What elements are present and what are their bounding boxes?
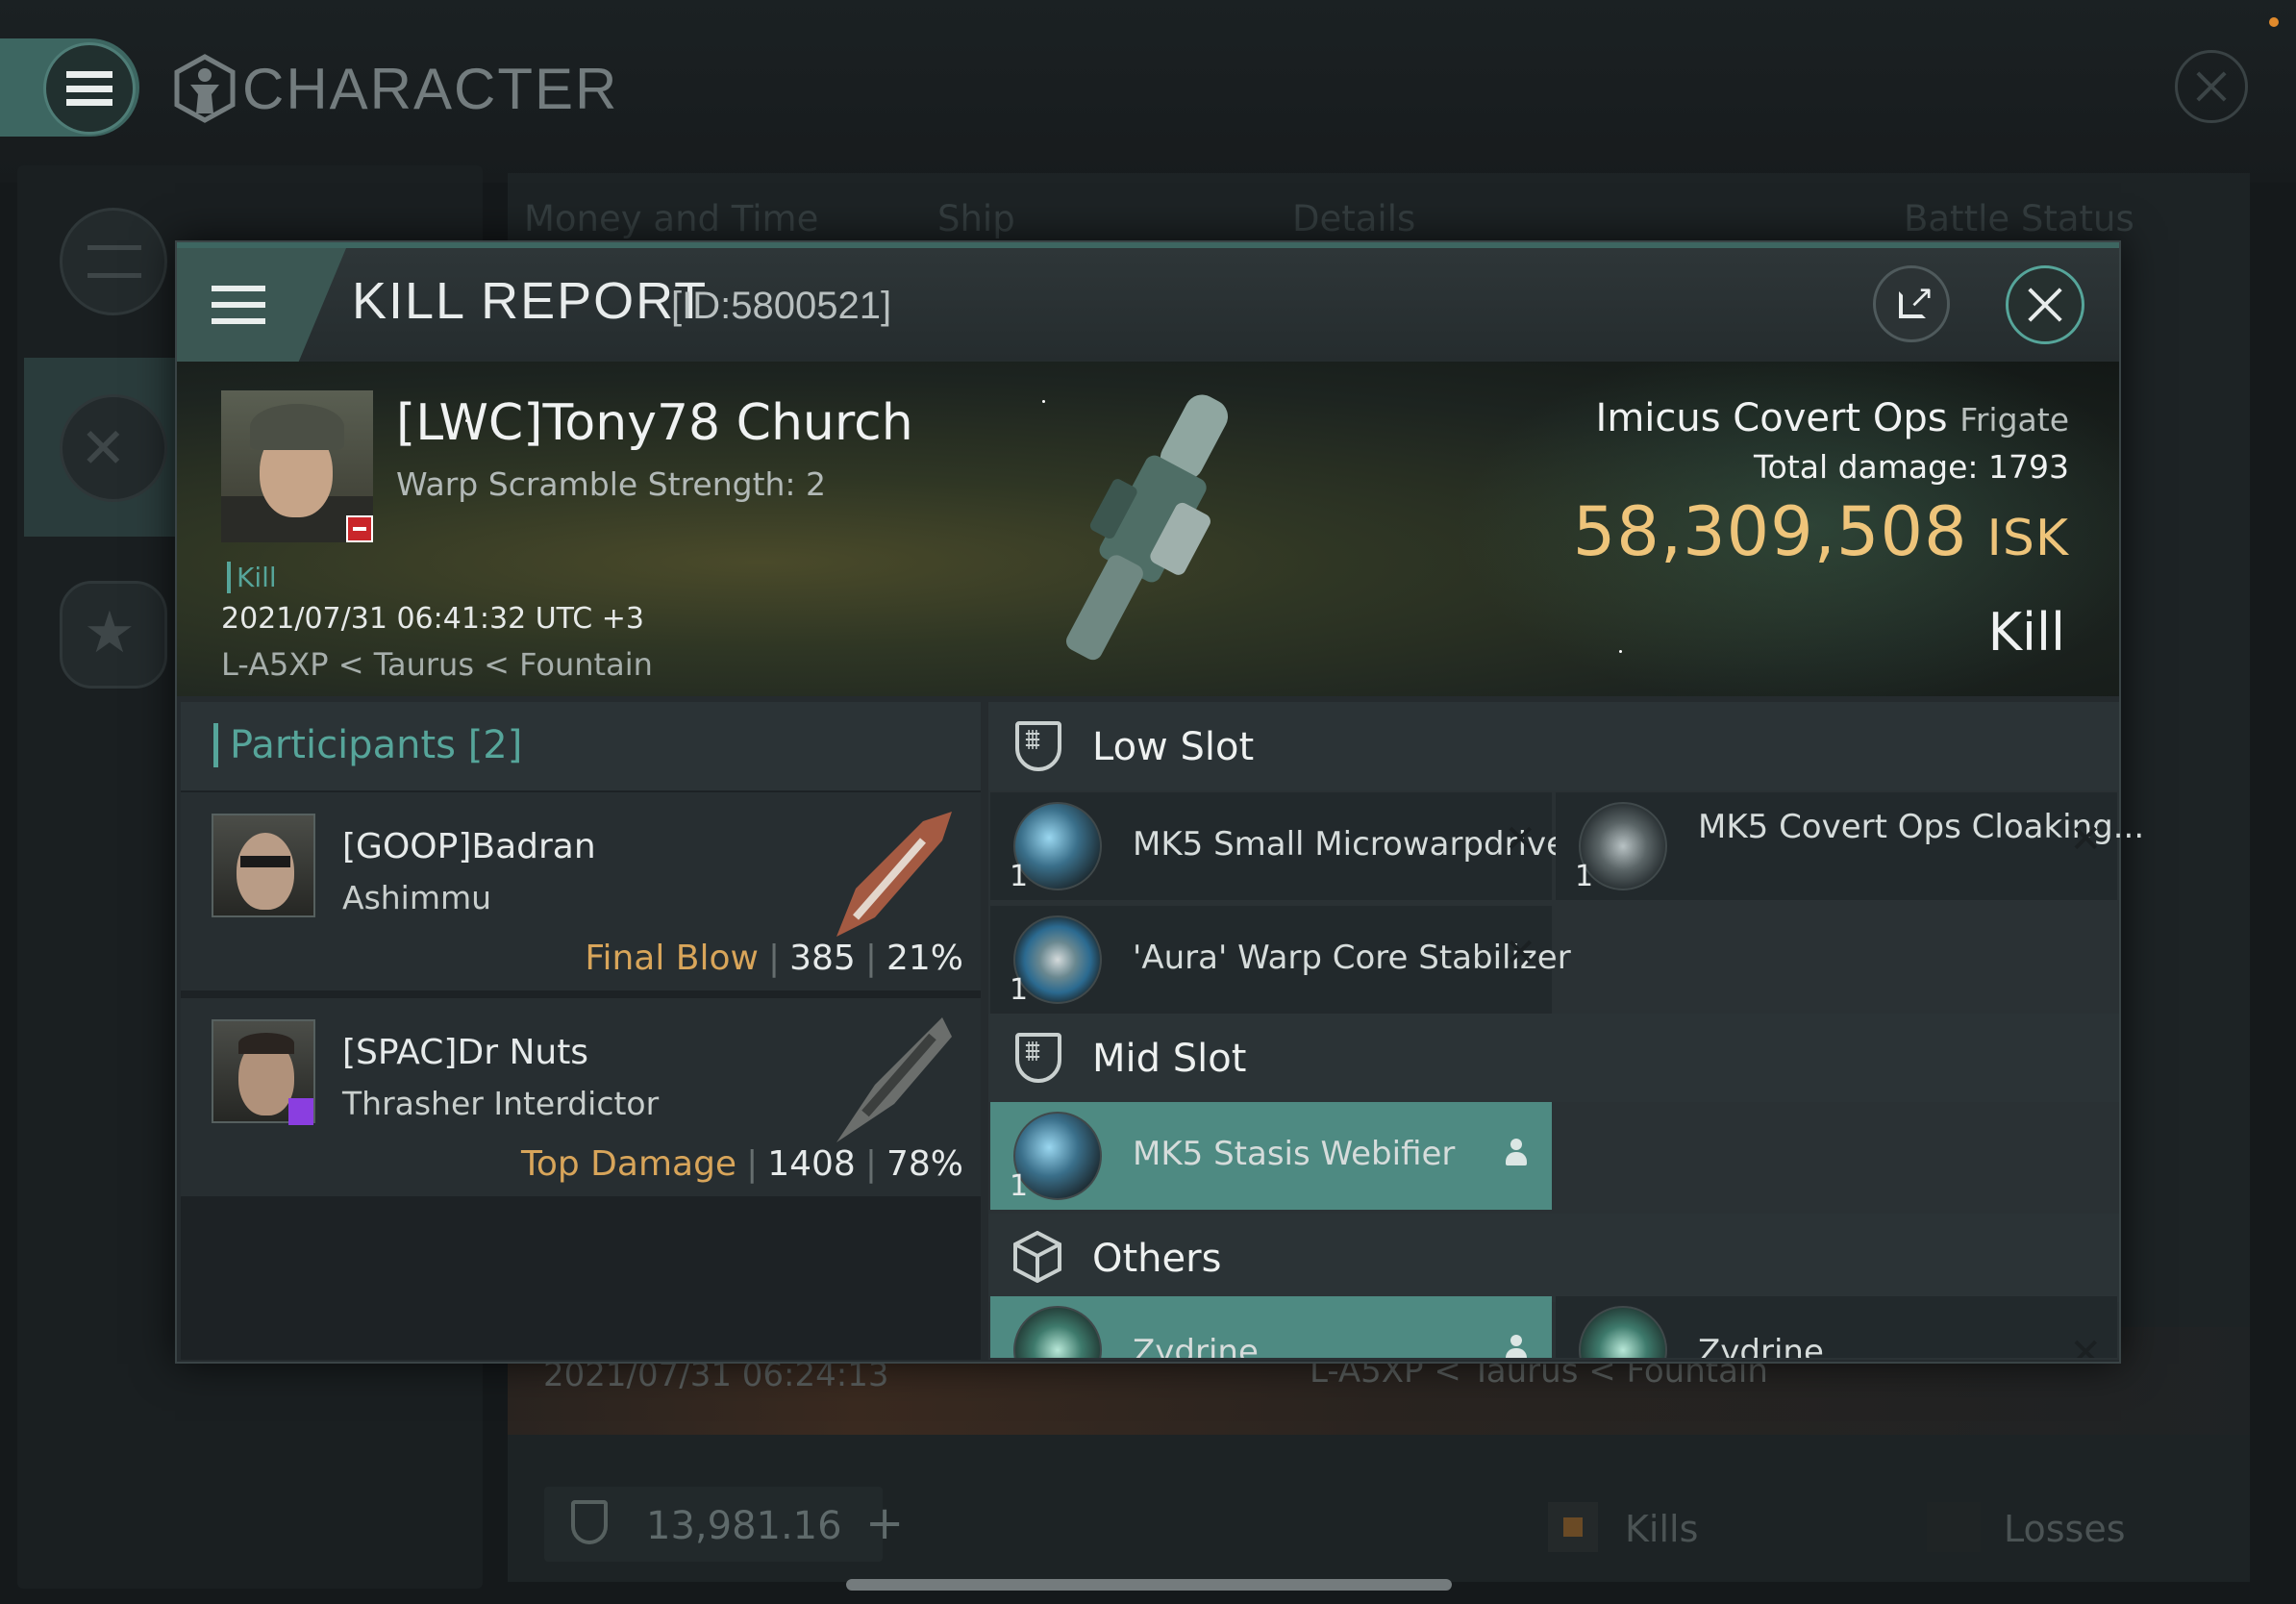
item-quantity: 1 xyxy=(1010,860,1029,893)
participant-damage: 1408 xyxy=(767,1144,856,1184)
fitting-item[interactable]: 1 MK5 Stasis Webifier xyxy=(990,1102,1552,1210)
item-name: Zydrine xyxy=(1698,1333,1824,1358)
low-slot-icon xyxy=(1015,721,1061,771)
others-header: Others xyxy=(988,1214,2119,1302)
victim-ship-name: Imicus Covert Ops xyxy=(1595,396,1948,440)
zydrine-icon xyxy=(1013,1306,1102,1358)
item-quantity: 1 xyxy=(1010,973,1029,1007)
kill-location[interactable]: L-A5XP < Taurus < Fountain xyxy=(221,646,653,683)
column-header-battle-status[interactable]: Battle Status xyxy=(1904,198,2134,239)
destroyed-icon: ✕ xyxy=(1504,931,1536,975)
fitting-item[interactable]: Zydrine xyxy=(990,1296,1552,1358)
low-slot-label: Low Slot xyxy=(1092,725,1255,769)
losses-filter-label: Losses xyxy=(2004,1508,2126,1550)
star-icon: ★ xyxy=(84,599,136,666)
add-isk-button[interactable]: + xyxy=(865,1496,904,1550)
participant-portrait[interactable] xyxy=(212,814,315,917)
hamburger-icon xyxy=(66,71,112,106)
column-header-details[interactable]: Details xyxy=(1292,198,1415,239)
victim-ship-image[interactable] xyxy=(1019,362,1269,689)
fitting-item[interactable]: 1 'Aura' Warp Core Stabilizer ✕ xyxy=(990,906,1571,1014)
top-damage-label: Top Damage xyxy=(520,1144,737,1184)
share-button[interactable] xyxy=(1873,265,1950,342)
side-nav-list-button[interactable] xyxy=(60,208,167,315)
item-name: Zydrine xyxy=(1133,1333,1259,1358)
mid-slot-label: Mid Slot xyxy=(1092,1037,1247,1081)
crossed-swords-icon: ✕ xyxy=(80,415,127,481)
losses-filter-checkbox[interactable] xyxy=(1927,1502,1981,1552)
zydrine-icon xyxy=(1579,1306,1667,1358)
kill-tag: Kill xyxy=(227,562,277,593)
participant-percent: 78% xyxy=(886,1144,963,1184)
cargo-cube-icon xyxy=(1013,1231,1061,1283)
victim-name[interactable]: [LWC]Tony78 Church xyxy=(396,394,913,452)
mid-slot-icon xyxy=(1015,1033,1061,1083)
participant-name: [GOOP]Badran xyxy=(342,827,596,866)
dropped-person-icon xyxy=(1506,1335,1527,1358)
victim-ship-class: Frigate xyxy=(1959,401,2069,439)
others-items-clip: Zydrine Zydrine ✕ xyxy=(990,1296,2119,1358)
window-close-button[interactable] xyxy=(2175,50,2248,123)
participant-name: [SPAC]Dr Nuts xyxy=(342,1033,589,1072)
participant-ship: Thrasher Interdictor xyxy=(342,1085,660,1122)
dropped-person-icon xyxy=(1506,1139,1527,1167)
security-status-icon xyxy=(346,515,373,542)
isk-value: 58,309,508 ISK xyxy=(1573,492,2069,571)
item-name: MK5 Small Microwarpdrive xyxy=(1133,825,1567,864)
participant-stats: Top Damage | 1408 | 78% xyxy=(520,1144,963,1184)
participant-stats: Final Blow | 385 | 21% xyxy=(585,939,963,978)
column-header-money-time[interactable]: Money and Time xyxy=(524,198,818,239)
participant-ship: Ashimmu xyxy=(342,879,492,916)
kill-report-id: [ID:5800521] xyxy=(671,285,892,327)
low-slot-header: Low Slot xyxy=(988,702,2119,790)
total-damage: Total damage: 1793 xyxy=(1754,448,2069,486)
total-damage-label: Total damage: xyxy=(1754,448,1979,486)
hamburger-icon xyxy=(212,286,265,324)
participant-row[interactable]: [SPAC]Dr Nuts Thrasher Interdictor Top D… xyxy=(181,998,981,1200)
dialog-title: KILL REPORT xyxy=(352,272,709,330)
item-quantity: 1 xyxy=(1575,860,1594,893)
mid-slot-header: Mid Slot xyxy=(988,1014,2119,1102)
destroyed-icon: ✕ xyxy=(2069,817,2102,862)
list-icon xyxy=(87,245,141,278)
isk-unit: ISK xyxy=(1986,510,2069,567)
participants-label: Participants xyxy=(230,723,456,767)
kills-filter-label: Kills xyxy=(1625,1508,1699,1550)
main-menu-button[interactable] xyxy=(43,42,136,135)
column-header-ship[interactable]: Ship xyxy=(937,198,1015,239)
item-quantity: 1 xyxy=(1010,1169,1029,1203)
final-blow-label: Final Blow xyxy=(585,939,759,978)
fitting-item[interactable]: Zydrine ✕ xyxy=(1556,1296,2117,1358)
kill-result: Kill xyxy=(1987,602,2065,663)
victim-warp-scramble: Warp Scramble Strength: 2 xyxy=(396,465,827,503)
fitting-item[interactable]: 1 MK5 Covert Ops Cloaking... ✕ xyxy=(1556,792,2144,900)
fitting-item[interactable]: 1 MK5 Small Microwarpdrive ✕ xyxy=(990,792,1566,900)
participants-title: Participants [2] xyxy=(213,723,522,767)
participant-row[interactable]: [GOOP]Badran Ashimmu Final Blow | 385 | 21% xyxy=(181,792,981,994)
notification-dot xyxy=(2269,17,2279,27)
others-label: Others xyxy=(1092,1237,1222,1281)
alliance-badge-icon xyxy=(288,1098,313,1125)
side-nav-favorites-button[interactable]: ★ xyxy=(60,581,167,689)
participant-ship-image xyxy=(836,812,952,937)
destroyed-icon: ✕ xyxy=(1504,817,1536,862)
participant-ship-image xyxy=(836,1017,952,1142)
kill-timestamp: 2021/07/31 06:41:32 UTC +3 xyxy=(221,602,644,636)
window-title: CHARACTER xyxy=(242,57,619,121)
participant-damage: 385 xyxy=(789,939,856,978)
total-damage-value: 1793 xyxy=(1988,448,2069,486)
participant-percent: 21% xyxy=(886,939,963,978)
destroyed-icon: ✕ xyxy=(2069,1331,2102,1358)
home-indicator[interactable] xyxy=(846,1579,1452,1591)
participants-count: [2] xyxy=(467,723,523,767)
footer-isk-value: 13,981.16 xyxy=(646,1504,842,1548)
kills-filter-checkbox[interactable] xyxy=(1548,1502,1598,1552)
dialog-close-button[interactable] xyxy=(2006,265,2084,344)
side-nav-combat-button[interactable]: ✕ xyxy=(60,394,167,502)
isk-amount: 58,309,508 xyxy=(1572,492,1968,571)
shield-icon xyxy=(571,1500,608,1544)
item-name: MK5 Stasis Webifier xyxy=(1133,1135,1456,1173)
character-icon xyxy=(174,54,236,123)
victim-ship[interactable]: Imicus Covert Ops Frigate xyxy=(1596,396,2069,440)
